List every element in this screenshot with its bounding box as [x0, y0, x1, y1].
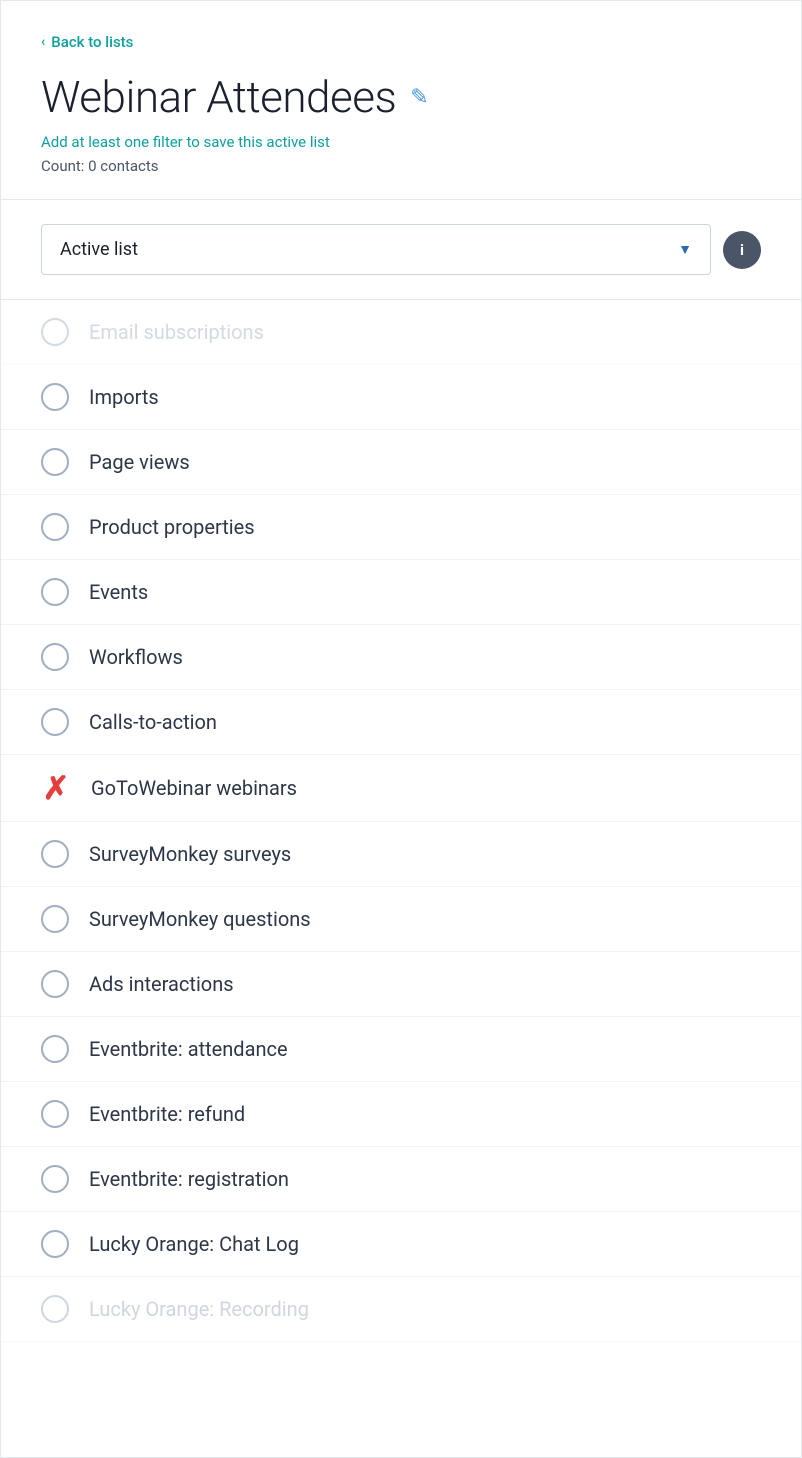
radio-button[interactable]	[41, 578, 69, 606]
list-item-events[interactable]: Events	[1, 560, 801, 625]
list-item-page-views[interactable]: Page views	[1, 430, 801, 495]
list-item-label: Imports	[89, 385, 159, 409]
list-item-ads-interactions[interactable]: Ads interactions	[1, 952, 801, 1017]
list-item-email-subscriptions[interactable]: Email subscriptions	[1, 300, 801, 365]
radio-button[interactable]	[41, 970, 69, 998]
list-item-product-properties[interactable]: Product properties	[1, 495, 801, 560]
list-item-label: Eventbrite: attendance	[89, 1037, 288, 1061]
radio-button[interactable]	[41, 513, 69, 541]
list-item-label: Workflows	[89, 645, 183, 669]
list-item-label: Email subscriptions	[89, 320, 264, 344]
page-title: Webinar Attendees	[41, 71, 396, 123]
list-item-label: Product properties	[89, 515, 255, 539]
list-item-imports[interactable]: Imports	[1, 365, 801, 430]
back-chevron-icon: ‹	[41, 34, 45, 50]
radio-button[interactable]	[41, 1100, 69, 1128]
list-item-surveymonkey-surveys[interactable]: SurveyMonkey surveys	[1, 822, 801, 887]
list-item-lucky-orange-chat-log[interactable]: Lucky Orange: Chat Log	[1, 1212, 801, 1277]
radio-button[interactable]	[41, 383, 69, 411]
page-container: ‹ Back to lists Webinar Attendees ✎ Add …	[0, 0, 802, 1458]
list-item-eventbrite-registration[interactable]: Eventbrite: registration	[1, 1147, 801, 1212]
subtitle-text: Add at least one filter to save this act…	[41, 133, 761, 151]
filter-list-section: Email subscriptions Imports Page views P…	[1, 300, 801, 1342]
list-item-label: Calls-to-action	[89, 710, 217, 734]
list-item-eventbrite-refund[interactable]: Eventbrite: refund	[1, 1082, 801, 1147]
radio-button[interactable]	[41, 905, 69, 933]
list-item-eventbrite-attendance[interactable]: Eventbrite: attendance	[1, 1017, 801, 1082]
radio-button[interactable]	[41, 643, 69, 671]
radio-x-mark: ✗	[41, 773, 71, 803]
info-icon: i	[740, 241, 744, 259]
dropdown-arrow-icon: ▼	[678, 241, 692, 258]
title-row: Webinar Attendees ✎	[41, 71, 761, 123]
list-item-label: Ads interactions	[89, 972, 234, 996]
radio-button[interactable]	[41, 1165, 69, 1193]
radio-button[interactable]	[41, 318, 69, 346]
info-button[interactable]: i	[723, 231, 761, 269]
list-item-label: Eventbrite: registration	[89, 1167, 289, 1191]
list-type-dropdown[interactable]: Active list ▼	[41, 224, 711, 275]
list-item-label: Lucky Orange: Recording	[89, 1297, 309, 1321]
list-item-surveymonkey-questions[interactable]: SurveyMonkey questions	[1, 887, 801, 952]
edit-icon[interactable]: ✎	[410, 85, 428, 110]
list-item-label: SurveyMonkey surveys	[89, 842, 291, 866]
radio-button[interactable]	[41, 708, 69, 736]
list-item-lucky-orange-recording[interactable]: Lucky Orange: Recording	[1, 1277, 801, 1342]
dropdown-container: Active list ▼ i	[41, 224, 761, 275]
dropdown-section: Active list ▼ i	[1, 200, 801, 300]
list-item-calls-to-action[interactable]: Calls-to-action	[1, 690, 801, 755]
header-section: ‹ Back to lists Webinar Attendees ✎ Add …	[1, 1, 801, 200]
radio-button[interactable]	[41, 1230, 69, 1258]
radio-button[interactable]	[41, 1295, 69, 1323]
radio-button[interactable]	[41, 840, 69, 868]
list-item-label: Events	[89, 580, 148, 604]
list-item-workflows[interactable]: Workflows	[1, 625, 801, 690]
back-to-lists-link[interactable]: ‹ Back to lists	[41, 33, 761, 51]
list-item-label: Page views	[89, 450, 190, 474]
list-item-label: SurveyMonkey questions	[89, 907, 311, 931]
list-item-label: GoToWebinar webinars	[91, 776, 297, 800]
back-link-label: Back to lists	[51, 33, 133, 51]
list-item-label: Eventbrite: refund	[89, 1102, 245, 1126]
radio-button[interactable]	[41, 448, 69, 476]
dropdown-selected-value: Active list	[60, 239, 138, 260]
radio-button[interactable]	[41, 1035, 69, 1063]
count-text: Count: 0 contacts	[41, 157, 761, 175]
list-item-gotowebinar-webinars[interactable]: ✗ GoToWebinar webinars	[1, 755, 801, 822]
x-icon: ✗	[43, 772, 70, 804]
list-item-label: Lucky Orange: Chat Log	[89, 1232, 299, 1256]
